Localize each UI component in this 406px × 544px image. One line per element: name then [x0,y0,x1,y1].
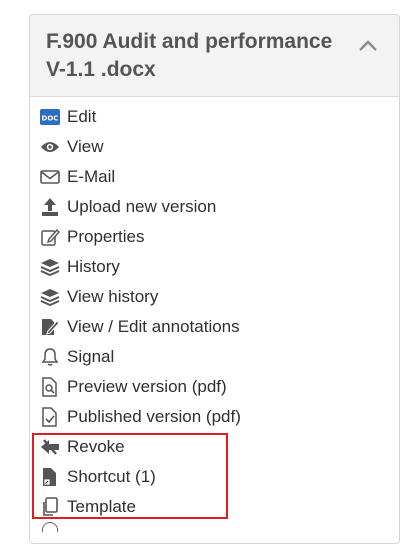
panel-header[interactable]: F.900 Audit and performance V-1.1 .docx [30,15,399,97]
layers-icon [39,256,61,278]
menu-item-label: View / Edit annotations [67,317,240,336]
file-search-icon [39,376,61,398]
menu-item-edit[interactable]: DOC Edit [39,102,379,132]
menu-item-label: Edit [67,107,97,126]
menu-item-label: Upload new version [67,197,217,216]
annotate-icon [39,316,61,338]
menu-item-label: Revoke [67,437,125,456]
cut-off-icon [42,522,58,532]
menu-item-label: Shortcut (1) [67,467,156,486]
envelope-icon [39,166,61,188]
edit-form-icon [39,226,61,248]
revoke-icon [39,436,61,458]
layers-icon [39,286,61,308]
menu-item-preview-version-pdf[interactable]: Preview version (pdf) [39,372,379,402]
menu-item-template[interactable]: Template [39,492,379,522]
file-check-icon [39,406,61,428]
menu-item-properties[interactable]: Properties [39,222,379,252]
menu-item-shortcut[interactable]: Shortcut (1) [39,462,379,492]
doc-icon: DOC [39,106,61,128]
menu-item-view[interactable]: View [39,132,379,162]
menu-item-revoke[interactable]: Revoke [39,432,379,462]
menu-item-label: Signal [67,347,115,366]
menu-item-label: View history [67,287,159,306]
menu-item-view-edit-annotations[interactable]: View / Edit annotations [39,312,379,342]
menu-item-label: History [67,257,120,276]
menu-item-label: Properties [67,227,145,246]
menu-item-label: Preview version (pdf) [67,377,227,396]
menu-item-label: E-Mail [67,167,116,186]
menu-item-view-history[interactable]: View history [39,282,379,312]
menu-item-label: Published version (pdf) [67,407,241,426]
menu-item-upload-new-version[interactable]: Upload new version [39,192,379,222]
eye-icon [39,136,61,158]
menu-item-email[interactable]: E-Mail [39,162,379,192]
menu-item-label: View [67,137,104,156]
menu-item-signal[interactable]: Signal [39,342,379,372]
svg-text:DOC: DOC [42,115,59,123]
menu-item-label: Template [67,497,136,516]
document-title: F.900 Audit and performance V-1.1 .docx [46,30,333,81]
chevron-up-icon[interactable] [357,37,379,53]
menu-item-history[interactable]: History [39,252,379,282]
copy-icon [39,496,61,518]
upload-icon [39,196,61,218]
shortcut-file-icon [39,466,61,488]
bell-icon [39,346,61,368]
menu-item-published-version-pdf[interactable]: Published version (pdf) [39,402,379,432]
